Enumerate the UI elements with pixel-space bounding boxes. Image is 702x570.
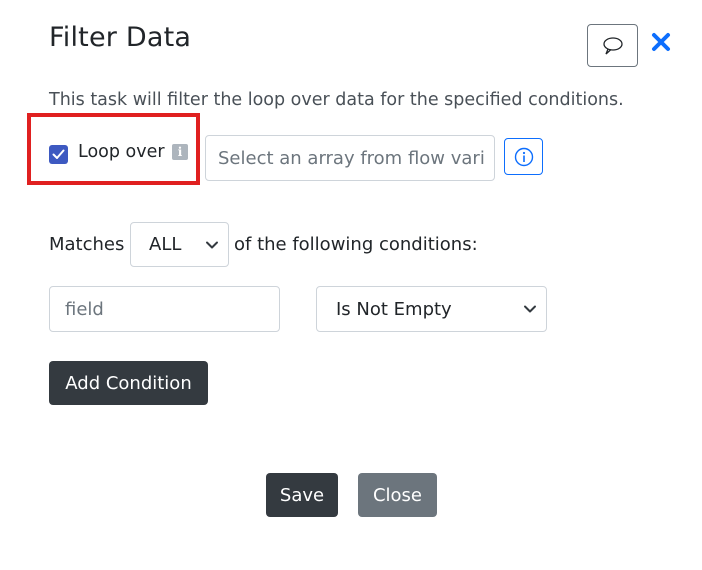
matches-select[interactable]: ALL (130, 222, 229, 267)
matches-label: Matches (49, 234, 125, 255)
dialog-title: Filter Data (49, 22, 192, 53)
comment-icon (602, 36, 623, 54)
dialog-description: This task will filter the loop over data… (49, 90, 624, 110)
save-button[interactable]: Save (266, 473, 338, 517)
comment-button[interactable] (587, 24, 638, 67)
chevron-down-icon (524, 305, 536, 313)
conditions-label: of the following conditions: (234, 234, 478, 255)
close-icon[interactable] (649, 29, 673, 55)
close-button[interactable]: Close (358, 473, 437, 517)
info-icon (514, 147, 533, 166)
operator-select[interactable]: Is Not Empty (316, 286, 547, 332)
info-badge-icon: i (172, 144, 188, 160)
matches-selected-value: ALL (149, 234, 182, 255)
loop-over-label: Loop over (78, 142, 165, 162)
add-condition-button[interactable]: Add Condition (49, 361, 208, 405)
chevron-down-icon (206, 241, 218, 249)
array-select-input[interactable]: Select an array from flow vari (205, 135, 495, 181)
info-button[interactable] (504, 138, 543, 175)
checkmark-icon (52, 149, 65, 159)
field-input[interactable]: field (49, 286, 280, 332)
operator-selected-value: Is Not Empty (336, 298, 452, 320)
loop-over-checkbox[interactable] (49, 145, 68, 164)
